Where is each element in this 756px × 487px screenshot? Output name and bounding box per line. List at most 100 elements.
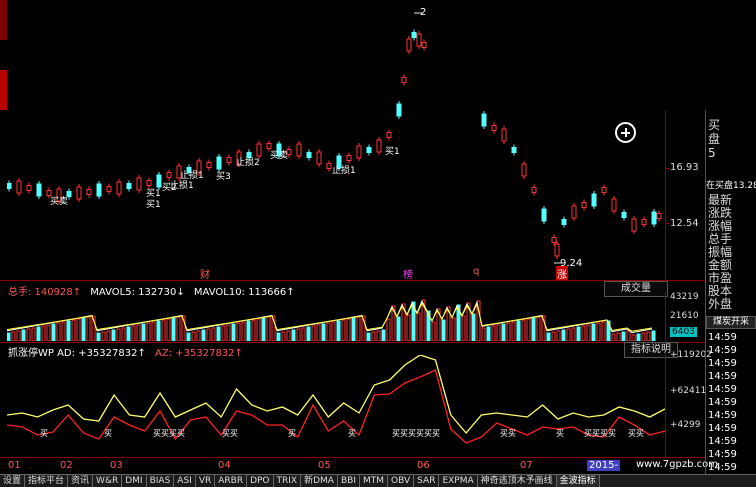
left-edge-tab[interactable] — [0, 70, 7, 110]
volume-bar — [176, 316, 181, 341]
bottom-tab[interactable]: SAR — [414, 475, 440, 487]
volume-bar — [341, 319, 346, 341]
candle-body — [226, 157, 232, 163]
candle-body — [126, 183, 132, 189]
price-tick: 16.93 — [670, 162, 699, 173]
indicator-buy-signal: 买买 — [628, 429, 644, 438]
bottom-tab[interactable]: 设置 — [0, 475, 26, 487]
bottom-tab[interactable]: 神奇逃顶木予画线 — [478, 475, 557, 487]
volume-bar — [546, 332, 551, 341]
price-chart[interactable] — [7, 0, 665, 280]
candle-body — [7, 183, 12, 189]
volume-bar — [381, 329, 386, 341]
bid-price-row: 在买盘13.28 — [706, 181, 756, 191]
event-mark[interactable]: q — [473, 266, 479, 277]
bottom-tab[interactable]: 资讯 — [68, 475, 94, 487]
bottom-tab[interactable]: 新DMA — [301, 475, 338, 487]
volume-bar — [316, 324, 321, 341]
volume-bar — [551, 331, 556, 341]
candle-body — [551, 237, 557, 243]
volume-bar — [291, 329, 296, 341]
candle-body — [166, 172, 172, 178]
trade-time: 14:59 — [708, 358, 737, 369]
candle-body — [554, 243, 560, 257]
volume-bar — [646, 331, 651, 341]
trade-time: 14:59 — [708, 332, 737, 343]
volume-bar — [66, 320, 71, 341]
bottom-tab[interactable]: DMI — [122, 475, 147, 487]
candle-body — [531, 187, 537, 193]
volume-bar — [631, 334, 636, 341]
trade-time: 14:59 — [708, 436, 737, 447]
volume-bar — [556, 330, 561, 341]
candle-body — [631, 218, 637, 232]
bottom-tab[interactable]: TRIX — [274, 475, 302, 487]
volume-bar — [81, 317, 86, 341]
candle-body — [421, 42, 427, 48]
side-label-shares: 股本 — [708, 284, 733, 298]
volume-bar — [571, 327, 576, 341]
volume-bar — [441, 319, 446, 341]
volume-bar — [636, 333, 641, 341]
volume-bar — [41, 325, 46, 341]
event-mark[interactable]: 财 — [200, 266, 210, 281]
side-label-last: 最新 — [708, 193, 733, 207]
candle-body — [86, 189, 92, 195]
volume-bar — [586, 324, 591, 341]
event-mark[interactable]: 榜 — [403, 266, 413, 281]
candle-body — [306, 152, 312, 158]
volume-bar — [451, 317, 456, 341]
bottom-tab[interactable]: EXPMA — [439, 475, 478, 487]
candle-body — [511, 147, 517, 153]
bottom-tab[interactable]: BBI — [338, 475, 360, 487]
volume-bar — [11, 331, 16, 341]
volume-bar — [31, 327, 36, 341]
bottom-tab[interactable]: DPO — [247, 475, 274, 487]
volume-bar — [136, 324, 141, 341]
volume-bar — [206, 328, 211, 341]
volume-bar — [146, 322, 151, 341]
volume-bar — [171, 317, 176, 341]
volume-bar — [576, 326, 581, 341]
indicator-buy-signal: 买买 — [222, 429, 238, 438]
trade-time: 14:59 — [708, 449, 737, 460]
candle-body — [411, 32, 417, 38]
trade-time: 14:59 — [708, 371, 737, 382]
trade-signal-label: 买1 — [146, 189, 161, 199]
volume-bar — [651, 330, 656, 341]
volume-bar — [261, 317, 266, 341]
trade-signal-label: 止损1 — [180, 171, 204, 181]
volume-bar — [21, 329, 26, 341]
bottom-tab[interactable]: 指标平台 — [25, 475, 69, 487]
side-label-pan: 盘 — [708, 132, 721, 146]
industry-button[interactable]: 煤炭开采 — [706, 316, 756, 329]
volume-bar — [396, 316, 401, 341]
volume-chart[interactable] — [7, 295, 665, 341]
event-mark[interactable]: 涨 — [556, 266, 568, 281]
bottom-tab[interactable]: MTM — [360, 475, 389, 487]
trade-time: 14:59 — [708, 462, 737, 473]
bottom-tab[interactable]: ASI — [174, 475, 196, 487]
bottom-tab[interactable]: ARBR — [215, 475, 248, 487]
volume-bar — [236, 322, 241, 341]
volume-bar — [86, 316, 91, 341]
bottom-tab[interactable]: OBV — [388, 475, 415, 487]
volume-bar — [51, 323, 56, 341]
bottom-tab[interactable]: 金波指标 — [556, 475, 600, 487]
indicator-tick: +4299 — [670, 420, 701, 430]
side-label-change: 涨跌 — [708, 206, 733, 220]
bottom-tab[interactable]: W&R — [93, 475, 123, 487]
volume-bar — [486, 326, 491, 341]
candle-body — [366, 147, 372, 153]
indicator-buy-signal: 买 — [556, 429, 564, 438]
volume-bar — [491, 325, 496, 341]
trade-time: 14:59 — [708, 397, 737, 408]
side-label-buy: 买 — [708, 118, 721, 132]
candle-body — [571, 205, 577, 219]
volume-bar — [156, 320, 161, 341]
volume-bar — [501, 323, 506, 341]
volume-bar — [616, 332, 621, 341]
bottom-tab[interactable]: BIAS — [147, 475, 175, 487]
volume-bar — [621, 331, 626, 341]
bottom-tab[interactable]: VR — [196, 475, 216, 487]
